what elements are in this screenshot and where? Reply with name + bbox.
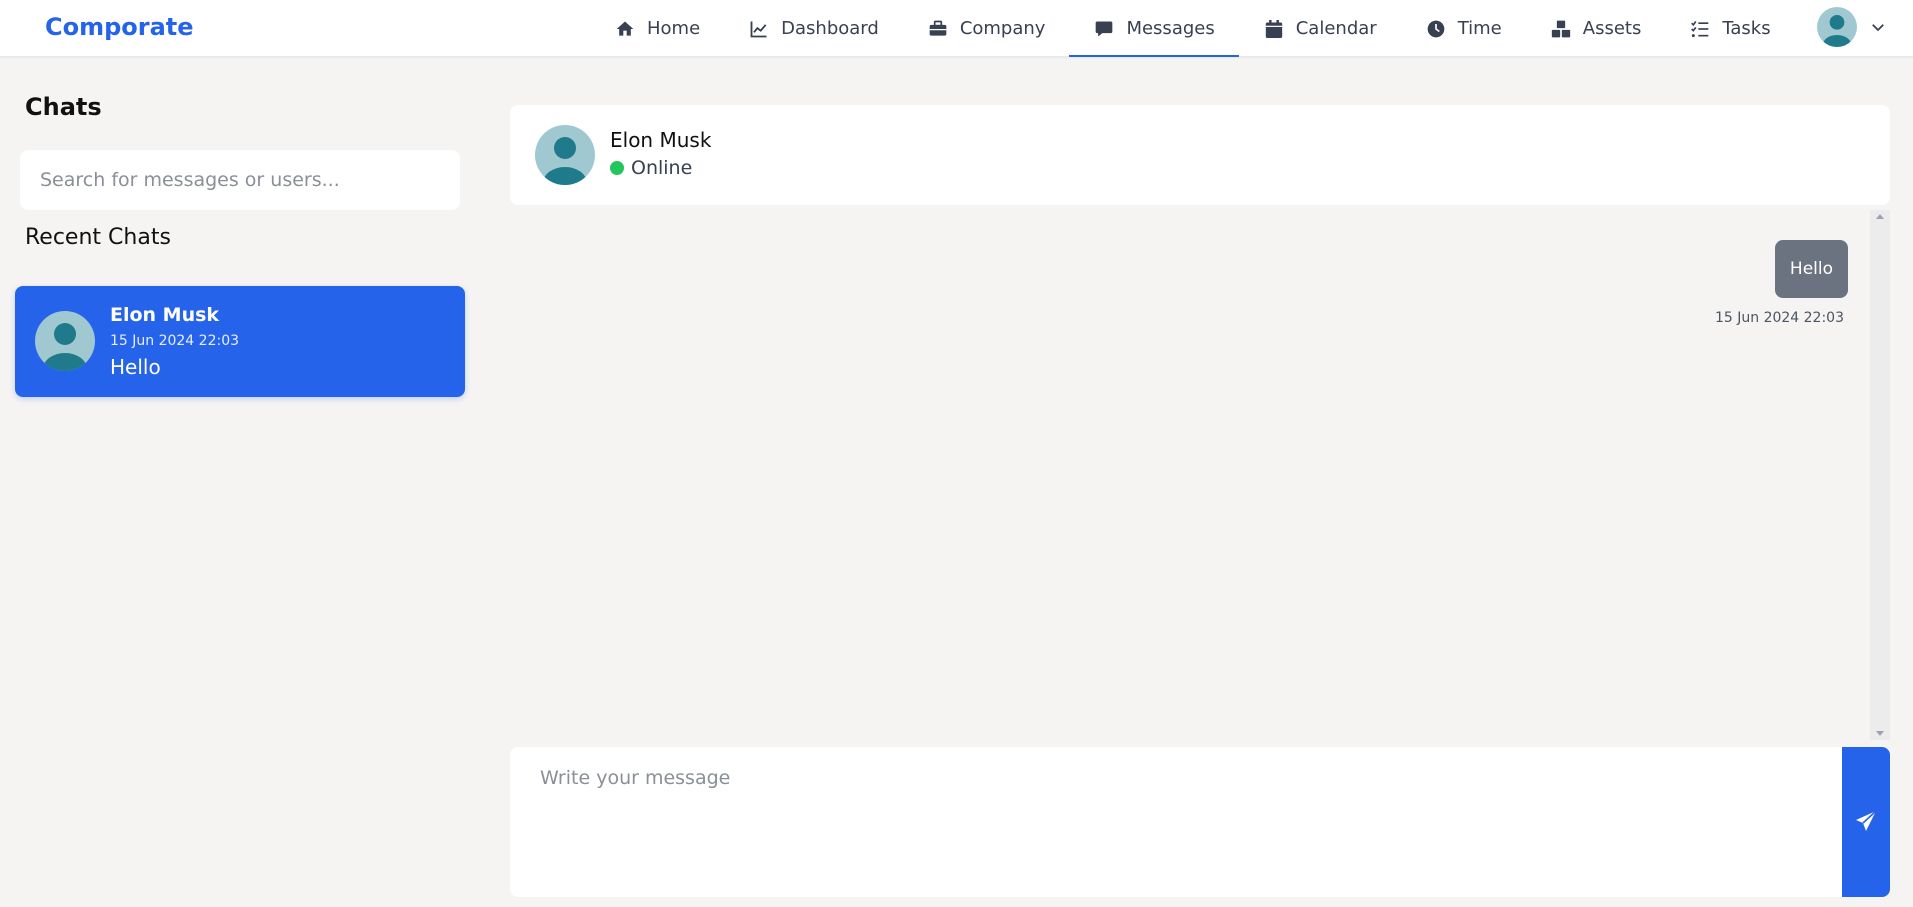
top-navbar: Comporate Home Dashboard Company Message… xyxy=(0,0,1913,57)
brand-logo[interactable]: Comporate xyxy=(45,13,194,41)
message-timestamp: 15 Jun 2024 22:03 xyxy=(1714,310,1844,326)
message-input[interactable] xyxy=(510,747,1843,897)
chat-name: Elon Musk xyxy=(110,304,220,326)
list-check-icon xyxy=(1689,18,1711,40)
nav-item-label: Home xyxy=(647,18,701,39)
chevron-down-icon xyxy=(1869,18,1887,36)
avatar xyxy=(535,125,595,185)
nav-item-dashboard[interactable]: Dashboard xyxy=(724,0,903,57)
message-bubble: Hello xyxy=(1774,240,1848,298)
nav-item-label: Dashboard xyxy=(781,18,879,39)
message-list: Hello 15 Jun 2024 22:03 xyxy=(510,210,1870,740)
nav-item-label: Messages xyxy=(1126,18,1215,39)
conversation-header: Elon Musk Online xyxy=(510,105,1890,205)
nav-item-label: Tasks xyxy=(1722,18,1771,39)
nav-item-label: Company xyxy=(959,18,1046,39)
avatar xyxy=(35,311,95,371)
scroll-down-icon[interactable] xyxy=(1876,731,1884,736)
nav-item-home[interactable]: Home xyxy=(590,0,724,57)
send-icon xyxy=(1854,809,1878,836)
briefcase-icon xyxy=(927,18,949,40)
main-nav: Home Dashboard Company Messages Calendar xyxy=(590,0,1795,57)
search-input[interactable] xyxy=(20,150,460,210)
nav-item-tasks[interactable]: Tasks xyxy=(1665,0,1794,57)
online-dot-icon xyxy=(610,161,624,175)
nav-item-messages[interactable]: Messages xyxy=(1069,0,1240,57)
avatar xyxy=(1817,7,1857,47)
message-icon xyxy=(1093,18,1115,40)
chart-line-icon xyxy=(748,18,770,40)
online-status: Online xyxy=(610,157,692,179)
nav-item-label: Assets xyxy=(1582,18,1642,39)
chats-title: Chats xyxy=(25,93,102,121)
chat-list-item[interactable]: Elon Musk 15 Jun 2024 22:03 Hello xyxy=(15,286,465,397)
message-scrollbar[interactable] xyxy=(1870,210,1890,740)
nav-item-label: Time xyxy=(1457,18,1502,39)
nav-item-assets[interactable]: Assets xyxy=(1526,0,1666,57)
chat-timestamp: 15 Jun 2024 22:03 xyxy=(110,333,240,349)
recent-chats-title: Recent Chats xyxy=(25,225,171,250)
scroll-up-icon[interactable] xyxy=(1876,214,1884,219)
nav-item-company[interactable]: Company xyxy=(903,0,1070,57)
status-text: Online xyxy=(631,157,693,179)
home-icon xyxy=(614,18,636,40)
nav-item-label: Calendar xyxy=(1295,18,1377,39)
chat-preview: Hello xyxy=(110,355,161,379)
contact-name: Elon Musk xyxy=(610,128,712,152)
nav-item-time[interactable]: Time xyxy=(1401,0,1526,57)
profile-menu[interactable] xyxy=(1817,7,1887,47)
clock-icon xyxy=(1425,18,1447,40)
send-button[interactable] xyxy=(1842,747,1890,897)
boxes-icon xyxy=(1550,18,1572,40)
nav-item-calendar[interactable]: Calendar xyxy=(1239,0,1401,57)
calendar-icon xyxy=(1263,18,1285,40)
